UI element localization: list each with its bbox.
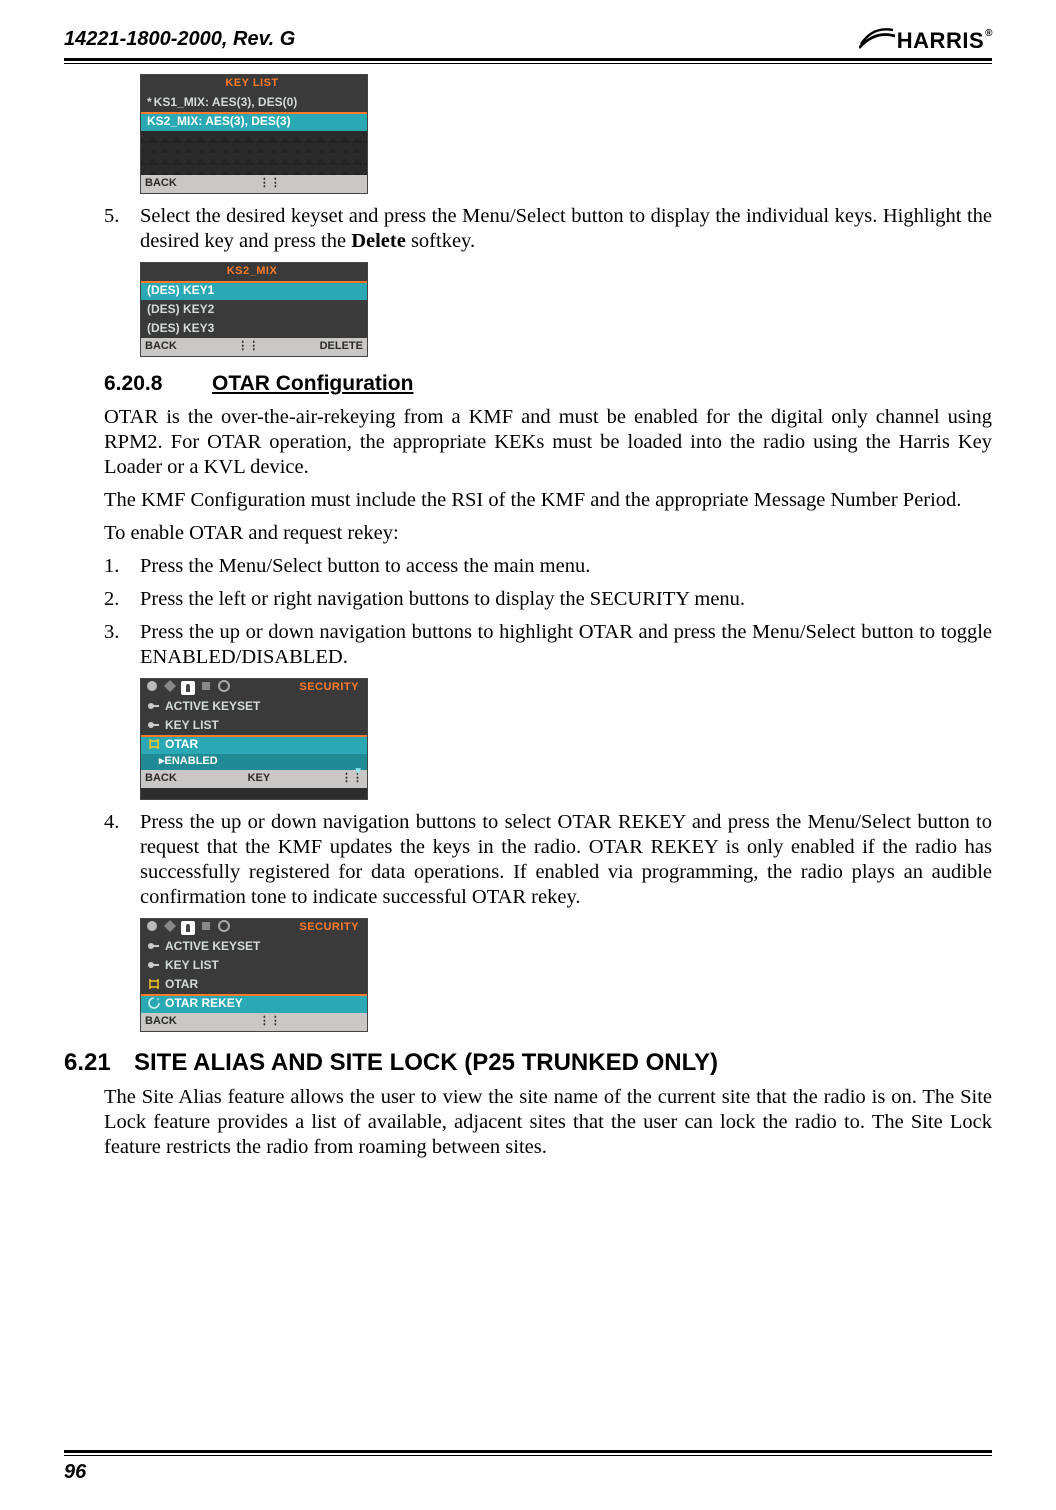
screen-bg bbox=[141, 153, 367, 175]
softkey-back: BACK bbox=[145, 772, 177, 785]
list-item-selected: (DES) KEY1 bbox=[141, 281, 367, 300]
list-item: (DES) KEY3 bbox=[141, 319, 367, 338]
list-item-selected: KS2_MIX: AES(3), DES(3) bbox=[141, 112, 367, 131]
screen-title: KEY LIST bbox=[225, 77, 282, 90]
step-text: Select the desired keyset and press the … bbox=[140, 204, 992, 254]
scroll-down-icon: ▼ bbox=[353, 766, 363, 778]
screen-bg bbox=[141, 131, 367, 153]
gear-icon bbox=[217, 919, 231, 937]
brand-logo: HARRIS ® bbox=[859, 28, 992, 54]
brand-text: HARRIS bbox=[897, 28, 984, 54]
screen-title: SECURITY bbox=[299, 681, 363, 694]
doc-id: 14221-1800-2000, Rev. G bbox=[64, 28, 295, 51]
gear-icon bbox=[217, 679, 231, 697]
list-item-sub: ▸ENABLED bbox=[141, 754, 367, 770]
list-item-selected: OTAR bbox=[141, 735, 367, 754]
step-text: Press the up or down navigation buttons … bbox=[140, 810, 992, 910]
step-number: 5. bbox=[104, 204, 140, 254]
list-item: OTAR bbox=[141, 975, 367, 994]
list-item: KS1_MIX: AES(3), DES(0) bbox=[141, 93, 367, 112]
tab-icon bbox=[199, 679, 213, 697]
screen-title: SECURITY bbox=[299, 921, 363, 934]
paragraph: OTAR is the over-the-air-rekeying from a… bbox=[104, 405, 992, 480]
device-screenshot-security-rekey: SECURITY ▲ ACTIVE KEYSET KEY LIST OTAR O… bbox=[140, 918, 368, 1032]
key-icon bbox=[147, 699, 161, 713]
softkey-back: BACK bbox=[145, 177, 177, 190]
step-text: Press the left or right navigation butto… bbox=[140, 587, 992, 612]
key-icon bbox=[147, 939, 161, 953]
tab-icon bbox=[145, 919, 159, 937]
screen-title: KS2_MIX bbox=[227, 265, 282, 278]
tab-icon bbox=[181, 921, 195, 935]
footer-rule-thick bbox=[64, 1450, 992, 1453]
key-icon bbox=[147, 718, 161, 732]
list-item: ACTIVE KEYSET bbox=[141, 937, 367, 956]
step-number: 1. bbox=[104, 554, 140, 579]
device-screenshot-security-otar: SECURITY ▲ ACTIVE KEYSET KEY LIST OTAR ▸… bbox=[140, 678, 368, 800]
heading-6-21: 6.21 SITE ALIAS AND SITE LOCK (P25 TRUNK… bbox=[64, 1048, 992, 1077]
footer-rule-thin bbox=[64, 1455, 992, 1456]
header-rule-thin bbox=[64, 63, 992, 64]
softkey-back: BACK bbox=[145, 340, 177, 353]
rekey-icon bbox=[147, 996, 161, 1010]
list-item: KEY LIST bbox=[141, 716, 367, 735]
tab-icon bbox=[163, 679, 177, 697]
softkey-drag-icon: ⋮⋮ bbox=[259, 1015, 281, 1028]
paragraph: The Site Alias feature allows the user t… bbox=[104, 1085, 992, 1160]
step-number: 2. bbox=[104, 587, 140, 612]
tab-icon bbox=[199, 919, 213, 937]
device-screenshot-ks2: KS2_MIX (DES) KEY1 (DES) KEY2 (DES) KEY3… bbox=[140, 262, 368, 357]
registered-mark: ® bbox=[985, 28, 993, 39]
step-text: Press the Menu/Select button to access t… bbox=[140, 554, 992, 579]
list-item-selected: OTAR REKEY bbox=[141, 994, 367, 1013]
step-number: 3. bbox=[104, 620, 140, 670]
softkey-drag-icon: ⋮⋮ bbox=[237, 340, 259, 353]
otar-icon bbox=[147, 977, 161, 991]
heading-6-20-8: 6.20.8 OTAR Configuration bbox=[104, 371, 992, 397]
list-item: ACTIVE KEYSET bbox=[141, 697, 367, 716]
list-item: (DES) KEY2 bbox=[141, 300, 367, 319]
brand-swoosh-icon bbox=[859, 28, 895, 50]
paragraph: The KMF Configuration must include the R… bbox=[104, 488, 992, 513]
softkey-delete: DELETE bbox=[320, 340, 363, 353]
tab-icon bbox=[163, 919, 177, 937]
page-number: 96 bbox=[64, 1461, 86, 1484]
step-number: 4. bbox=[104, 810, 140, 910]
key-icon bbox=[147, 958, 161, 972]
softkey-back: BACK bbox=[145, 1015, 177, 1028]
list-item: KEY LIST bbox=[141, 956, 367, 975]
tab-icon bbox=[145, 679, 159, 697]
header-rule-thick bbox=[64, 58, 992, 61]
device-screenshot-keylist: KEY LIST KS1_MIX: AES(3), DES(0) KS2_MIX… bbox=[140, 74, 368, 194]
otar-icon bbox=[147, 737, 161, 751]
paragraph: To enable OTAR and request rekey: bbox=[104, 521, 992, 546]
softkey-drag-icon: ⋮⋮ bbox=[259, 177, 281, 190]
softkey-key: KEY bbox=[248, 772, 271, 785]
tab-icon bbox=[181, 681, 195, 695]
step-text: Press the up or down navigation buttons … bbox=[140, 620, 992, 670]
